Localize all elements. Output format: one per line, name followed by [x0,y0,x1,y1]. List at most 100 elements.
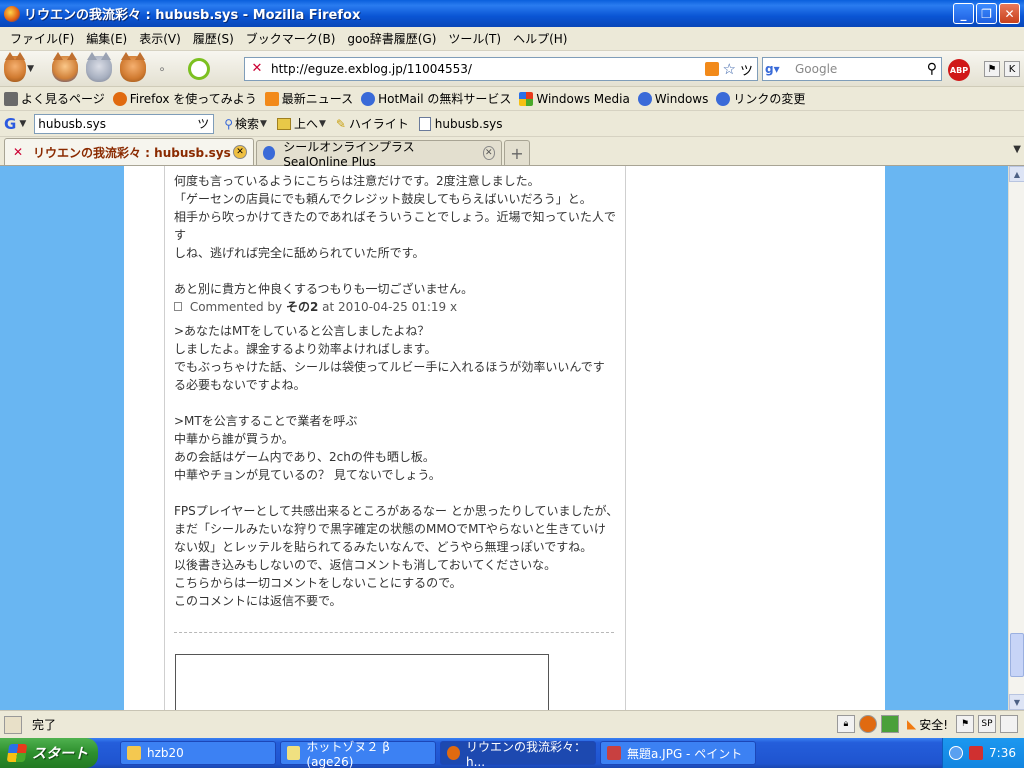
bookmark-change-links[interactable]: リンクの変更 [716,90,805,107]
google-term-label: hubusb.sys [434,116,503,131]
vertical-scrollbar[interactable]: ▲ ▼ [1008,166,1024,710]
comment-line [174,394,624,412]
comment-line: FPSプレイヤーとして共感出来るところがあるなー とか思ったりしていましたが、 [174,504,619,518]
comment-line: しね、逃げれば完全に舐められていた所です。 [174,246,425,260]
google-search-button[interactable]: ⚲ 検索 ▼ [224,115,267,132]
google-up-button[interactable]: 上へ ▼ [276,115,326,132]
comment-form-box[interactable] [175,654,549,710]
comment-line: 相手から吹っかけてきたのであればそういうことでしょう。近場で知っていた人です [174,210,616,242]
bookmark-most-visited[interactable]: よく見るページ [4,90,105,107]
search-box[interactable]: g▾ Google ⚲ [762,57,942,81]
scroll-down-icon[interactable]: ▼ [1009,694,1024,710]
blog-page: 何度も言っているようにこちらは注意だけです。2度注意しました。 「ゲーセンの店員… [124,166,885,710]
sp-addon-button[interactable]: SP [978,715,996,733]
lock-icon[interactable]: 🔒︎ [836,715,855,733]
green-addon-icon[interactable] [880,715,899,733]
restore-button[interactable]: ❐ [976,3,997,24]
paw-icon[interactable]: ∘ [152,54,172,84]
google-menu-dropdown-icon[interactable]: ▼ [19,119,26,129]
minimize-button[interactable]: _ [953,3,974,24]
task-label: hzb20 [147,746,184,760]
tab-close-icon[interactable]: ✕ [482,146,496,160]
close-button[interactable]: ✕ [999,3,1020,24]
scroll-up-icon[interactable]: ▲ [1009,166,1024,182]
google-highlight-button[interactable]: ✎ ハイライト [336,115,409,132]
new-tab-button[interactable]: + [504,140,530,165]
tab-riuen-blog[interactable]: ✕ リウエンの我流彩々 : hubusb.sys ✕ [4,138,254,165]
tray-expand-icon[interactable] [949,746,964,760]
back-dropdown-icon[interactable]: ▼ [27,64,34,74]
google-engine-icon[interactable]: g▾ [763,58,793,80]
taskbar-item-hotzonu[interactable]: ホットゾヌ２ β (age26) [280,740,436,768]
tab-close-icon[interactable]: ✕ [233,145,247,159]
flag-icon[interactable]: ⚑ [956,715,974,733]
taskbar-item-firefox[interactable]: リウエンの我流彩々：h... [440,740,596,768]
comment-body-1: 何度も言っているようにこちらは注意だけです。2度注意しました。 「ゲーセンの店員… [174,172,624,298]
adblock-plus-button[interactable]: ABP [948,59,970,81]
comment-line: あの会話はゲーム内であり、2chの件も晒し板。 [174,450,435,464]
rss-icon [264,91,279,106]
taskbar-item-paint[interactable]: 無題a.JPG - ペイント [600,741,756,765]
chevron-down-icon: ▼ [260,118,267,129]
menu-file[interactable]: ファイル(F) [4,28,80,49]
menu-tools[interactable]: ツール(T) [442,28,507,49]
comment-line: る必要もないですよね。 [174,378,306,392]
bookmark-firefox-start[interactable]: Firefox を使ってみよう [112,90,257,107]
scrollbar-thumb[interactable] [1010,633,1024,677]
google-search-input[interactable]: hubusb.sys ツ [34,113,215,134]
menu-help[interactable]: ヘルプ(H) [507,28,573,49]
page-content[interactable]: 何度も言っているようにこちらは注意だけです。2度注意しました。 「ゲーセンの店員… [0,166,1008,710]
menu-edit[interactable]: 編集(E) [80,28,133,49]
tray-app-icon[interactable] [969,746,984,760]
search-input[interactable]: Google [793,62,927,76]
firefox-addon-icon[interactable] [858,715,877,733]
window-controls: _ ❐ ✕ [953,3,1020,24]
google-logo-icon[interactable]: G [4,115,16,133]
page-icon[interactable] [1000,715,1018,733]
reload-button[interactable] [184,54,214,84]
site-favicon-icon: ✕ [12,145,24,159]
windows-icon [519,91,534,106]
globe-icon [263,146,276,160]
bookmark-label: よく見るページ [21,92,105,106]
ext-k-icon[interactable]: K [1004,61,1020,77]
tab-seal-online[interactable]: シールオンラインプラス SealOnline Plus ✕ [256,140,502,169]
tab-list-dropdown-icon[interactable]: ▼ [1013,144,1021,155]
menu-history[interactable]: 履歴(S) [187,28,240,49]
forward-button[interactable] [50,51,80,84]
bookmark-label: Firefox を使ってみよう [129,92,257,106]
menu-bookmarks[interactable]: ブックマーク(B) [240,28,342,49]
taskbar-item-hzb20[interactable]: hzb20 [120,741,276,765]
search-icon[interactable]: ⚲ [927,61,937,77]
clock[interactable]: 7:36 [989,746,1016,760]
home-button[interactable] [118,51,148,84]
bookmark-windows-media[interactable]: Windows Media [519,91,630,106]
comment-line: 以後書き込みもしないので、返信コメントも消しておいてくださいな。 [174,558,557,572]
comment-author[interactable]: その2 [286,300,318,314]
comment-meta: Commented by その2 at 2010-04-25 01:19 x [174,298,457,315]
comment-line [174,484,624,502]
bookmark-hotmail[interactable]: HotMail の無料サービス [361,90,511,107]
go-icon[interactable]: ツ [740,60,753,79]
bookmark-windows[interactable]: Windows [637,91,708,106]
bookmark-star-icon[interactable]: ☆ [723,60,736,78]
forward-icon [52,51,78,82]
comment-line: でもぶっちゃけた話、シールは袋使ってルビー手に入れるほうが効率いいんです [174,360,605,374]
start-button[interactable]: スタート [0,738,98,768]
menu-view[interactable]: 表示(V) [133,28,187,49]
safe-label: 安全! [919,717,948,732]
stop-button[interactable] [84,51,114,84]
bookmark-news[interactable]: 最新ニュース [264,90,353,107]
windows-taskbar: スタート hzb20 ホットゾヌ２ β (age26) リウエンの我流彩々：h.… [0,738,1024,768]
ext-flag-icon[interactable]: ⚑ [984,61,1000,77]
navigation-toolbar: ▼ ∘ ✕ http://eguze.exblog.jp/11004553/ ☆… [0,51,1024,87]
rss-feed-icon[interactable] [704,62,719,76]
window-titlebar[interactable]: リウエンの我流彩々 : hubusb.sys - Mozilla Firefox… [0,0,1024,27]
back-button[interactable]: ▼ [4,51,34,84]
safe-status[interactable]: ◣ 安全! [903,716,952,733]
url-input[interactable]: http://eguze.exblog.jp/11004553/ [271,62,705,76]
clear-icon[interactable]: ツ [197,115,209,132]
url-bar[interactable]: ✕ http://eguze.exblog.jp/11004553/ ☆ ツ [244,57,758,81]
google-term-button[interactable]: hubusb.sys [418,116,503,131]
menu-goo-history[interactable]: goo辞書履歴(G) [341,28,442,49]
